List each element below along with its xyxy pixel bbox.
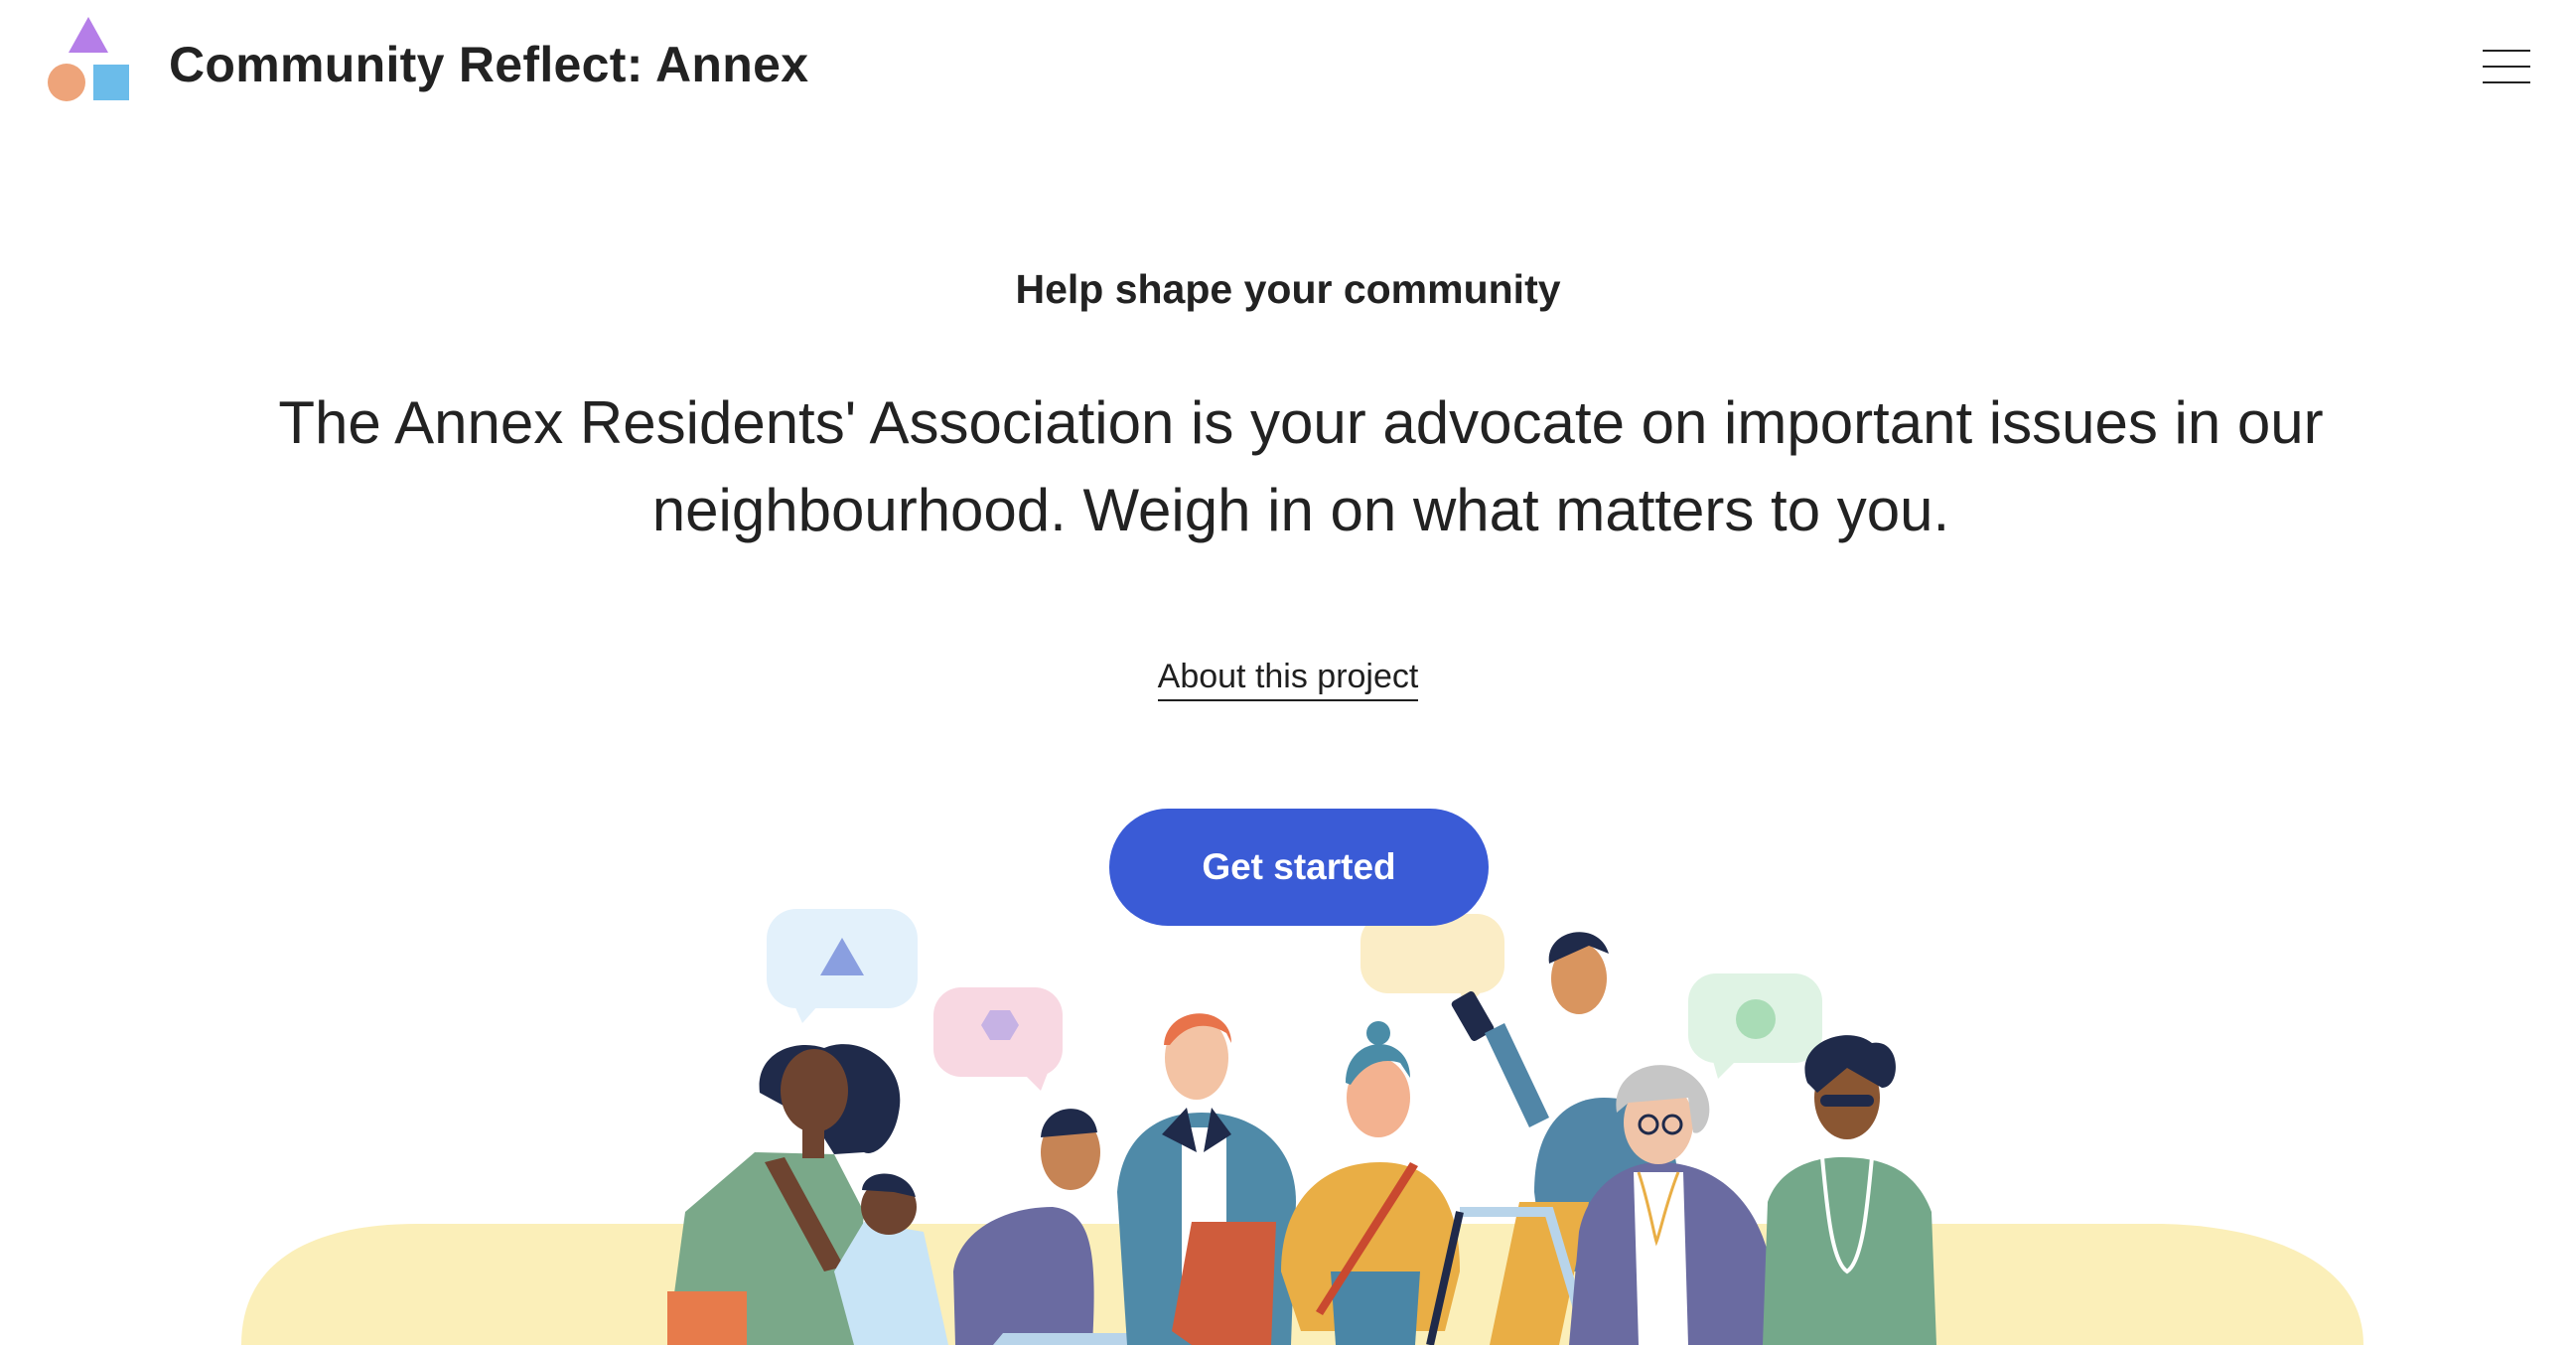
site-header: Community Reflect: Annex — [0, 0, 2576, 139]
hamburger-menu-icon[interactable] — [2483, 48, 2532, 85]
about-project-link[interactable]: About this project — [1157, 658, 1419, 701]
hero-eyebrow: Help shape your community — [1015, 266, 1561, 312]
logo-shapes-icon[interactable] — [45, 15, 134, 104]
person-woman-yellow-sweater — [1281, 1021, 1460, 1345]
get-started-button[interactable]: Get started — [1109, 809, 1489, 926]
about-link-wrapper: About this project — [0, 658, 2576, 701]
speech-bubble-triangle-icon — [767, 909, 918, 1023]
site-title[interactable]: Community Reflect: Annex — [169, 36, 808, 93]
hero-lead-text: The Annex Residents' Association is your… — [278, 389, 2324, 543]
speech-bubble-diamond-icon — [1360, 914, 1504, 1009]
community-illustration — [241, 909, 2363, 1345]
person-woman-sunglasses — [1763, 1035, 1936, 1345]
speech-bubble-circle-icon — [1688, 973, 1822, 1079]
speech-bubble-hexagon-icon — [933, 987, 1063, 1091]
person-man-blue-jacket — [1117, 1013, 1296, 1345]
